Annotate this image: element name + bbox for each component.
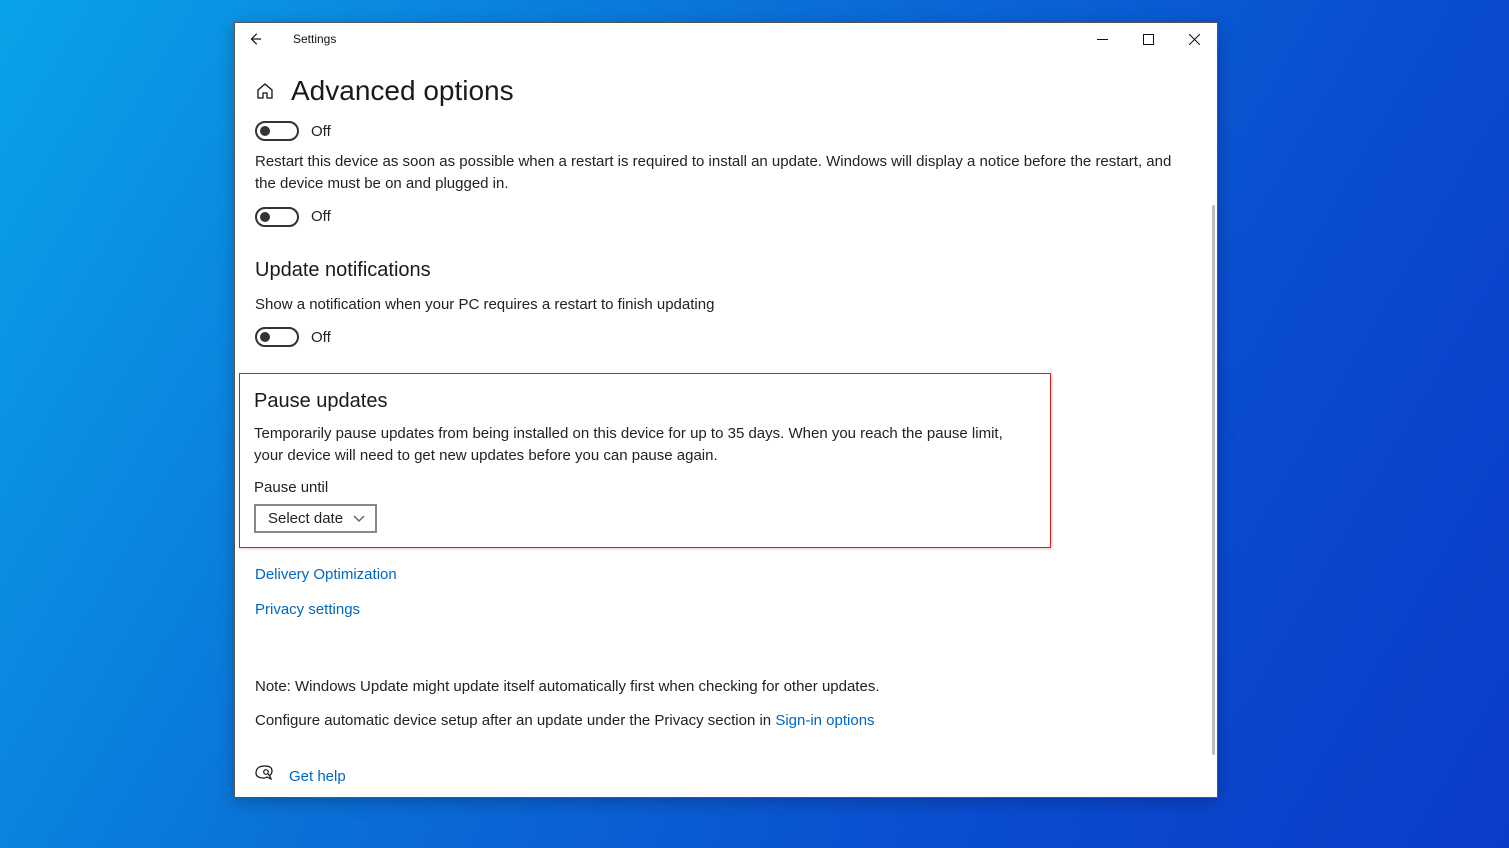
pause-text: Temporarily pause updates from being ins… — [254, 423, 1036, 467]
footer-notes: Note: Windows Update might update itself… — [255, 676, 1193, 732]
maximize-button[interactable] — [1125, 23, 1171, 55]
signin-options-link[interactable]: Sign-in options — [775, 712, 874, 729]
notifications-heading: Update notifications — [255, 259, 1193, 282]
toggle-row-2: Off — [255, 207, 1193, 227]
toggle-row-1: Off — [255, 121, 1193, 141]
content-area: Advanced options Off Restart this device… — [235, 55, 1217, 797]
page-title: Advanced options — [291, 75, 514, 107]
notifications-text: Show a notification when your PC require… — [255, 294, 1193, 316]
delivery-optimization-link[interactable]: Delivery Optimization — [255, 566, 1193, 583]
back-button[interactable] — [235, 23, 275, 55]
notifications-toggle-state: Off — [311, 329, 331, 346]
toggle-state-2: Off — [311, 208, 331, 225]
settings-window: Settings Advanced options Off Restart th… — [234, 22, 1218, 798]
toggle-switch-2[interactable] — [255, 207, 299, 227]
minimize-icon — [1097, 34, 1108, 45]
privacy-settings-link[interactable]: Privacy settings — [255, 601, 1193, 618]
get-help-row: Get help — [255, 765, 1193, 788]
minimize-button[interactable] — [1079, 23, 1125, 55]
dropdown-value: Select date — [268, 510, 343, 527]
close-button[interactable] — [1171, 23, 1217, 55]
home-icon[interactable] — [255, 81, 275, 101]
toggle-state-1: Off — [311, 123, 331, 140]
page-header: Advanced options — [255, 75, 1193, 107]
pause-until-label: Pause until — [254, 479, 1036, 496]
pause-date-dropdown[interactable]: Select date — [254, 504, 377, 533]
get-help-icon — [255, 765, 273, 788]
pause-heading: Pause updates — [254, 390, 1036, 413]
chevron-down-icon — [353, 512, 365, 524]
restart-description: Restart this device as soon as possible … — [255, 151, 1193, 195]
titlebar: Settings — [235, 23, 1217, 55]
scrollbar-thumb[interactable] — [1212, 205, 1215, 755]
back-arrow-icon — [248, 32, 262, 46]
toggle-switch-1[interactable] — [255, 121, 299, 141]
maximize-icon — [1143, 34, 1154, 45]
app-title: Settings — [293, 32, 336, 46]
pause-updates-highlight: Pause updates Temporarily pause updates … — [239, 373, 1051, 548]
get-help-link[interactable]: Get help — [289, 768, 346, 785]
note-text: Note: Windows Update might update itself… — [255, 676, 1193, 698]
close-icon — [1189, 34, 1200, 45]
configure-text: Configure automatic device setup after a… — [255, 710, 1193, 732]
notifications-toggle[interactable] — [255, 327, 299, 347]
notifications-toggle-row: Off — [255, 327, 1193, 347]
configure-prefix: Configure automatic device setup after a… — [255, 712, 775, 729]
